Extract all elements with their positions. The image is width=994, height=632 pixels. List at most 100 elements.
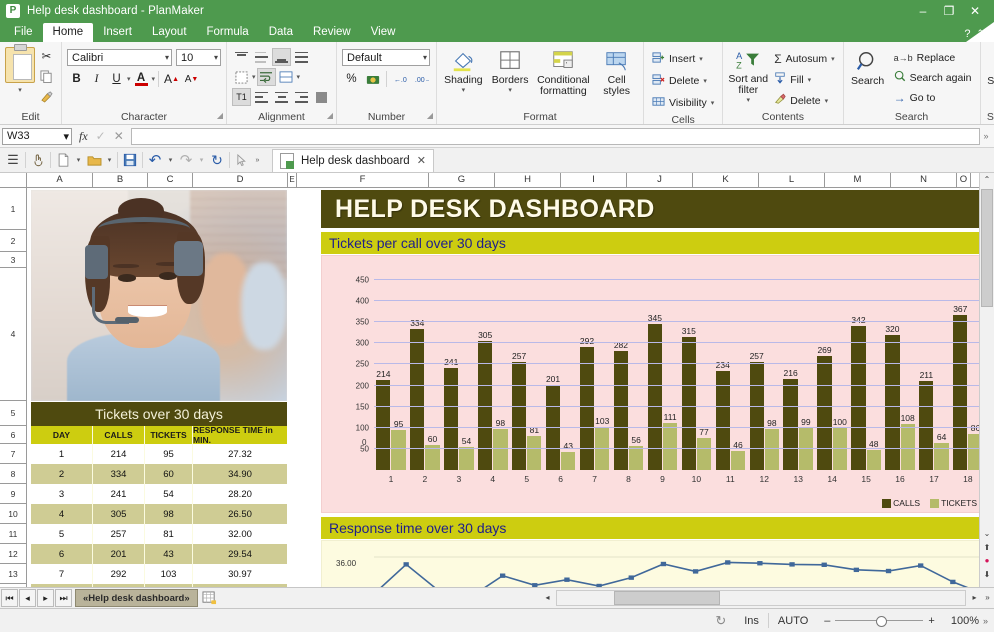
save-icon[interactable] [120,150,140,170]
number-format-combo[interactable]: Default ▾ [342,49,430,66]
open-folder-caret-icon[interactable]: ▾ [104,150,115,170]
row-header-14[interactable]: 14 [0,584,26,587]
zoom-slider-knob[interactable] [876,616,887,627]
search-again-button[interactable]: Search again [891,68,975,87]
column-header-a[interactable]: A [27,173,93,187]
wrap-text-icon[interactable] [257,68,276,86]
table-row[interactable]: 12149527.32 [31,444,287,464]
table-row[interactable]: 32415428.20 [31,484,287,504]
previous-object-icon[interactable]: ⬆ [981,541,993,553]
column-header-d[interactable]: D [193,173,288,187]
row-header-5[interactable]: 5 [0,401,26,426]
cell-styles-button[interactable]: Cell styles [595,47,638,97]
align-bottom-icon[interactable] [272,48,291,66]
minimize-button[interactable]: – [910,0,936,22]
column-header-m[interactable]: M [825,173,891,187]
column-header-i[interactable]: I [561,173,627,187]
row-header-6[interactable]: 6 [0,426,26,444]
font-color-button[interactable]: A [132,70,151,88]
last-sheet-button[interactable]: ⏭ [55,589,72,607]
accept-formula-icon[interactable]: ✓ [96,129,106,143]
help-button[interactable]: ? [964,28,976,42]
merge-cells-caret-icon[interactable]: ▾ [297,73,301,81]
align-left-icon[interactable] [252,88,271,106]
scroll-right-icon[interactable]: ▸ [968,591,981,605]
align-center-icon[interactable] [272,88,291,106]
percent-format-button[interactable]: % [342,70,361,88]
table-row[interactable]: 43059826.50 [31,504,287,524]
close-icon[interactable]: ✕ [962,0,988,22]
underline-button[interactable]: U [107,70,126,88]
table-row[interactable]: 62014329.54 [31,544,287,564]
copy-icon[interactable] [37,67,56,85]
row-header-3[interactable]: 3 [0,252,26,268]
table-row[interactable]: 82825635.60 [31,584,287,587]
align-justify-vertical-icon[interactable] [292,48,311,66]
row-header-13[interactable]: 13 [0,564,26,584]
table-row[interactable]: 23346034.90 [31,464,287,484]
tab-formula[interactable]: Formula [197,23,259,42]
tab-view[interactable]: View [361,23,406,42]
add-sheet-icon[interactable] [200,589,219,607]
align-middle-icon[interactable] [252,48,271,66]
select-all-button[interactable]: Select all [986,48,994,87]
response-time-chart[interactable]: 36.00 34.00 [321,540,994,587]
formula-bar-expand-icon[interactable]: » [980,131,992,141]
sort-and-filter-caret-icon[interactable]: ▾ [746,96,750,104]
add-decimal-icon[interactable]: ←.0 [391,70,410,88]
autosum-button[interactable]: Σ Autosum ▾ [771,50,837,68]
shrink-font-button[interactable]: A▼ [182,70,201,88]
shading-caret-icon[interactable]: ▾ [462,86,466,94]
scroll-left-icon[interactable]: ◂ [541,591,554,605]
align-right-icon[interactable] [292,88,311,106]
replace-button[interactable]: a→b Replace [891,50,975,66]
column-header-o[interactable]: O [957,173,971,187]
horizontal-scrollbar[interactable] [556,590,966,606]
borders-quick-caret-icon[interactable]: ▾ [252,73,256,81]
scroll-down-icon[interactable]: ⌄ [981,527,993,539]
collapse-ribbon-button[interactable]: ⌃ [976,28,994,42]
merge-cells-icon[interactable] [277,68,296,86]
borders-button[interactable]: Borders ▾ [489,47,532,94]
cells-region[interactable]: Tickets over 30 days DAY CALLS TICKETS R… [27,188,994,587]
row-header-9[interactable]: 9 [0,484,26,504]
pointer-icon[interactable] [232,150,252,170]
row-header-12[interactable]: 12 [0,544,26,564]
borders-quick-icon[interactable] [232,68,251,86]
conditional-formatting-button[interactable]: ′ Conditional formatting [536,47,592,97]
select-all-corner[interactable] [0,173,27,187]
row-header-10[interactable]: 10 [0,504,26,524]
new-document-icon[interactable] [53,150,73,170]
borders-caret-icon[interactable]: ▾ [508,86,512,94]
first-sheet-button[interactable]: ⏮ [1,589,18,607]
table-row[interactable]: 52578132.00 [31,524,287,544]
touch-mode-icon[interactable] [28,150,48,170]
select-object-icon[interactable]: ● [981,554,993,566]
undo-caret-icon[interactable]: ▾ [165,150,176,170]
font-size-combo[interactable]: 10 ▾ [176,49,221,66]
tab-insert[interactable]: Insert [93,23,142,42]
new-document-caret-icon[interactable]: ▾ [73,150,84,170]
horizontal-scroll-thumb[interactable] [614,591,720,605]
dialog-launcher-icon[interactable]: ◢ [327,109,333,123]
grow-font-button[interactable]: A▲ [162,70,181,88]
table-row[interactable]: 729210330.97 [31,564,287,584]
row-header-1[interactable]: 1 [0,188,26,230]
column-header-e[interactable]: E [288,173,297,187]
column-header-j[interactable]: J [627,173,693,187]
vertical-scroll-thumb[interactable] [981,189,993,307]
search-button[interactable]: Search [849,48,887,87]
insert-cells-button[interactable]: Insert ▾ [649,49,706,69]
formula-input[interactable] [131,128,980,145]
tickets-per-call-chart[interactable]: 2149533460241543059825781201432921032825… [321,255,994,513]
tab-file[interactable]: File [4,23,43,42]
tab-layout[interactable]: Layout [142,23,197,42]
fill-align-icon[interactable] [312,88,331,106]
paste-icon[interactable] [5,47,35,83]
tab-review[interactable]: Review [303,23,361,42]
column-header-k[interactable]: K [693,173,759,187]
currency-icon[interactable] [363,70,382,88]
column-header-c[interactable]: C [148,173,193,187]
column-header-b[interactable]: B [93,173,148,187]
fill-button[interactable]: Fill ▾ [771,70,837,89]
